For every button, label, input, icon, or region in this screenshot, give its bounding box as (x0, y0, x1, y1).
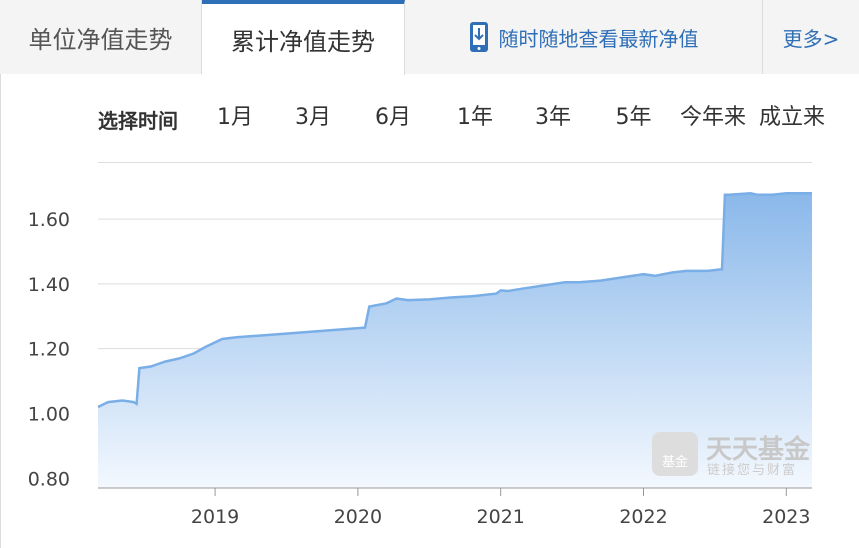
x-tick-label: 2023 (762, 506, 810, 528)
x-tick-label: 2021 (477, 506, 525, 528)
y-axis-ticks: 0.80 1.00 1.20 1.40 1.60 (28, 209, 70, 490)
y-tick-label: 1.20 (28, 339, 70, 361)
y-tick-label: 1.40 (28, 274, 70, 296)
x-tick-label: 2019 (191, 506, 239, 528)
watermark-brand: 天天基金 (706, 434, 811, 465)
x-axis-ticks: 2019 2020 2021 2022 2023 (191, 488, 810, 528)
y-tick-label: 0.80 (28, 468, 70, 490)
watermark: 基金 天天基金 链接您与财富 (652, 432, 811, 478)
watermark-logo-text: 基金 (662, 454, 688, 470)
nav-area-fill (98, 193, 812, 488)
y-tick-label: 1.60 (28, 209, 70, 231)
watermark-slogan: 链接您与财富 (707, 462, 797, 478)
x-tick-label: 2020 (334, 506, 382, 528)
y-tick-label: 1.00 (28, 403, 70, 425)
x-tick-label: 2022 (619, 506, 667, 528)
nav-area-chart: 0.80 1.00 1.20 1.40 1.60 2019 2020 2021 2022 202… (28, 191, 812, 528)
